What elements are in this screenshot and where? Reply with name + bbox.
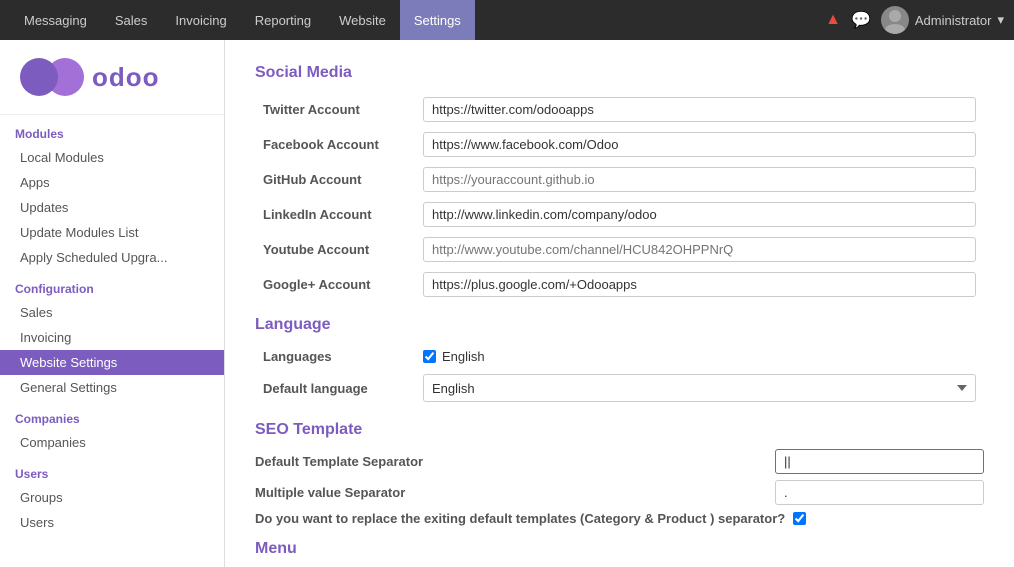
seo-replace-checkbox[interactable] <box>793 512 806 525</box>
social-media-form: Twitter Account Facebook Account GitHub … <box>255 92 984 302</box>
googleplus-label: Google+ Account <box>255 267 415 302</box>
sidebar-item-updates[interactable]: Updates <box>0 195 224 220</box>
googleplus-input[interactable] <box>423 272 976 297</box>
seo-multiple-separator-input[interactable] <box>775 480 984 505</box>
seo-default-separator-label: Default Template Separator <box>255 454 775 469</box>
main-content: Social Media Twitter Account Facebook Ac… <box>225 40 1014 567</box>
linkedin-input[interactable] <box>423 202 976 227</box>
seo-multiple-separator-row: Multiple value Separator <box>255 480 984 505</box>
languages-row: Languages English <box>255 344 984 369</box>
topnav-messaging[interactable]: Messaging <box>10 0 101 40</box>
googleplus-row: Google+ Account <box>255 267 984 302</box>
sidebar-section-companies: Companies <box>0 400 224 430</box>
sidebar-item-apply-scheduled[interactable]: Apply Scheduled Upgra... <box>0 245 224 270</box>
seo-template-title: SEO Template <box>255 421 984 439</box>
sidebar-section-configuration: Configuration <box>0 270 224 300</box>
sidebar-section-users: Users <box>0 455 224 485</box>
user-label: Administrator <box>915 13 992 28</box>
languages-label: Languages <box>255 344 415 369</box>
sidebar-item-website-settings[interactable]: Website Settings <box>0 350 224 375</box>
user-area[interactable]: Administrator ▾ <box>881 6 1004 34</box>
topnav-items: Messaging Sales Invoicing Reporting Webs… <box>10 0 825 40</box>
seo-replace-row: Do you want to replace the exiting defau… <box>255 511 984 526</box>
youtube-label: Youtube Account <box>255 232 415 267</box>
sidebar-logo: odoo <box>0 40 224 115</box>
github-row: GitHub Account <box>255 162 984 197</box>
sidebar-item-companies[interactable]: Companies <box>0 430 224 455</box>
user-chevron: ▾ <box>997 12 1004 28</box>
social-media-title: Social Media <box>255 64 984 82</box>
topnav-sales[interactable]: Sales <box>101 0 162 40</box>
topnav-right: ▲ 💬 Administrator ▾ <box>825 6 1004 34</box>
twitter-row: Twitter Account <box>255 92 984 127</box>
youtube-input[interactable] <box>423 237 976 262</box>
logo-circle-1 <box>20 58 58 96</box>
seo-default-separator-row: Default Template Separator <box>255 449 984 474</box>
seo-multiple-separator-label: Multiple value Separator <box>255 485 775 500</box>
linkedin-row: LinkedIn Account <box>255 197 984 232</box>
linkedin-label: LinkedIn Account <box>255 197 415 232</box>
sidebar-item-local-modules[interactable]: Local Modules <box>0 145 224 170</box>
sidebar-item-users[interactable]: Users <box>0 510 224 535</box>
twitter-input[interactable] <box>423 97 976 122</box>
seo-default-separator-input[interactable] <box>775 449 984 474</box>
youtube-row: Youtube Account <box>255 232 984 267</box>
facebook-row: Facebook Account <box>255 127 984 162</box>
facebook-label: Facebook Account <box>255 127 415 162</box>
language-title: Language <box>255 316 984 334</box>
facebook-input[interactable] <box>423 132 976 157</box>
sidebar-item-sales[interactable]: Sales <box>0 300 224 325</box>
layout: odoo Modules Local Modules Apps Updates … <box>0 40 1014 567</box>
sidebar-item-groups[interactable]: Groups <box>0 485 224 510</box>
content-inner: Social Media Twitter Account Facebook Ac… <box>225 40 1014 567</box>
twitter-label: Twitter Account <box>255 92 415 127</box>
sidebar-section-modules: Modules <box>0 115 224 145</box>
topnav-invoicing[interactable]: Invoicing <box>161 0 240 40</box>
avatar <box>881 6 909 34</box>
odoo-logo: odoo <box>20 58 204 96</box>
topnav: Messaging Sales Invoicing Reporting Webs… <box>0 0 1014 40</box>
default-language-row: Default language English <box>255 369 984 407</box>
default-language-select[interactable]: English <box>423 374 976 402</box>
chat-icon[interactable]: 💬 <box>851 10 871 30</box>
logo-text: odoo <box>92 62 160 93</box>
topnav-website[interactable]: Website <box>325 0 400 40</box>
github-input[interactable] <box>423 167 976 192</box>
sidebar: odoo Modules Local Modules Apps Updates … <box>0 40 225 567</box>
menu-title: Menu <box>255 540 984 558</box>
github-label: GitHub Account <box>255 162 415 197</box>
sidebar-item-general-settings[interactable]: General Settings <box>0 375 224 400</box>
default-language-label: Default language <box>255 369 415 407</box>
language-checkbox-row: English <box>423 349 976 364</box>
sidebar-item-apps[interactable]: Apps <box>0 170 224 195</box>
sidebar-item-update-modules-list[interactable]: Update Modules List <box>0 220 224 245</box>
english-checkbox[interactable] <box>423 350 436 363</box>
english-label: English <box>442 349 485 364</box>
topnav-settings[interactable]: Settings <box>400 0 475 40</box>
sidebar-item-invoicing[interactable]: Invoicing <box>0 325 224 350</box>
topnav-reporting[interactable]: Reporting <box>241 0 325 40</box>
alert-icon[interactable]: ▲ <box>825 11 841 29</box>
language-form: Languages English Default language Engli… <box>255 344 984 407</box>
seo-replace-label: Do you want to replace the exiting defau… <box>255 511 785 526</box>
